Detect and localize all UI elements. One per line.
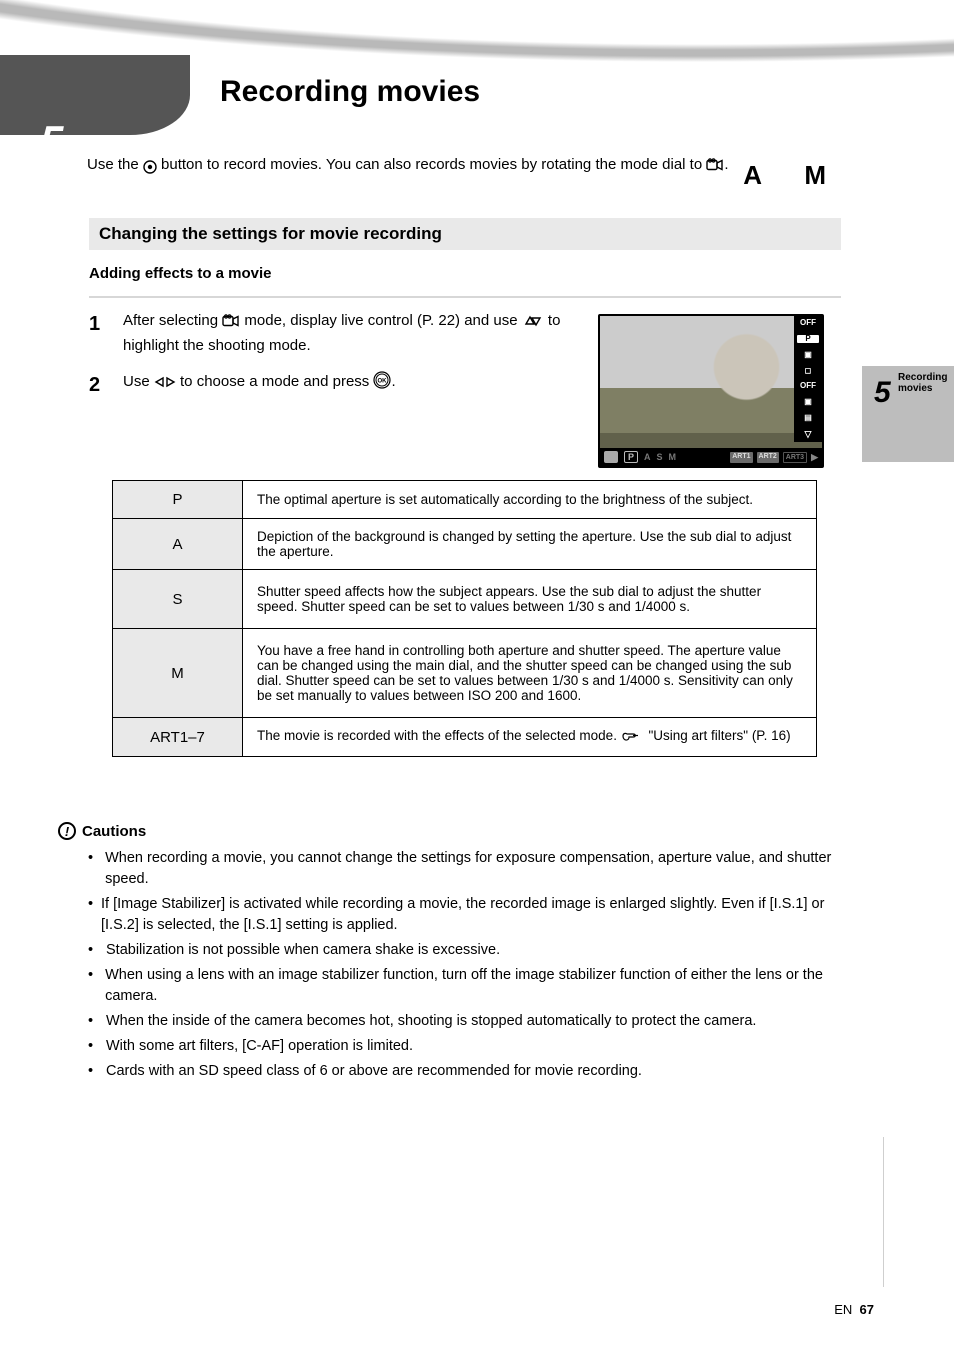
- list-item: •With some art filters, [C-AF] operation…: [88, 1036, 840, 1057]
- mode-letters: A M: [743, 160, 844, 191]
- chapter-number: 5: [40, 117, 63, 165]
- list-item: •When using a lens with an image stabili…: [88, 965, 840, 1007]
- mode-desc: Depiction of the background is changed b…: [243, 519, 817, 570]
- page-footer: EN 67: [0, 1302, 954, 1317]
- cautions-heading: ! Cautions: [58, 822, 146, 840]
- section-subheading: Changing the settings for movie recordin…: [89, 218, 841, 250]
- preview-photo: [600, 316, 822, 466]
- table-row: S Shutter speed affects how the subject …: [113, 570, 817, 629]
- caution-list: •When recording a movie, you cannot chan…: [88, 848, 840, 1086]
- chapter-title: Recording movies: [220, 75, 480, 109]
- up-down-arrows-icon: [522, 313, 544, 335]
- movie-mode-icon: [222, 313, 240, 335]
- list-item: •Stabilization is not possible when came…: [88, 940, 840, 961]
- mode-label: A: [113, 519, 243, 570]
- mode-label: S: [113, 570, 243, 629]
- side-tab-number: 5: [874, 376, 891, 410]
- table-row: P The optimal aperture is set automatica…: [113, 481, 817, 519]
- mode-desc: Shutter speed affects how the subject ap…: [243, 570, 817, 629]
- table-row: A Depiction of the background is changed…: [113, 519, 817, 570]
- ok-button-icon: OK: [373, 371, 391, 396]
- lcd-preview: OFF P ▣ ◻ OFF ▣ ▤ ▽ P A S M ART1 ART2 AR…: [598, 314, 824, 468]
- movie-mode-icon: [706, 158, 724, 178]
- chapter-tab: 5: [0, 55, 190, 135]
- sub-paragraph-title: Adding effects to a movie: [89, 264, 841, 284]
- list-item: •When the inside of the camera becomes h…: [88, 1011, 840, 1032]
- footer-rule: [883, 1137, 884, 1287]
- list-item: •When recording a movie, you cannot chan…: [88, 848, 840, 890]
- side-tab-text: Recording movies: [898, 372, 950, 394]
- mode-label: ART1–7: [113, 718, 243, 757]
- mode-desc: The optimal aperture is set automaticall…: [243, 481, 817, 519]
- step-1: 1 After selecting mode, display live con…: [89, 310, 569, 357]
- pointing-hand-icon: [621, 729, 641, 746]
- preview-right-menu: OFF P ▣ ◻ OFF ▣ ▤ ▽: [794, 316, 822, 442]
- record-icon: [143, 158, 157, 178]
- shooting-modes-table: P The optimal aperture is set automatica…: [112, 480, 817, 757]
- step-list: 1 After selecting mode, display live con…: [89, 310, 569, 414]
- camera-icon: [604, 451, 618, 463]
- step-2: 2 Use to choose a mode and press OK.: [89, 371, 569, 400]
- mode-desc: You have a free hand in controlling both…: [243, 629, 817, 718]
- mode-label: M: [113, 629, 243, 718]
- caution-icon: !: [58, 822, 76, 840]
- left-right-arrows-icon: [154, 374, 176, 396]
- divider: [89, 296, 841, 298]
- side-tab: 5 Recording movies: [862, 366, 954, 462]
- lead-text: Use the button to record movies. You can…: [87, 155, 842, 178]
- svg-text:OK: OK: [378, 378, 388, 384]
- footer-text: EN 67: [834, 1302, 874, 1317]
- mode-desc: The movie is recorded with the effects o…: [243, 718, 817, 757]
- table-row: M You have a free hand in controlling bo…: [113, 629, 817, 718]
- list-item: •Cards with an SD speed class of 6 or ab…: [88, 1061, 840, 1082]
- table-row: ART1–7 The movie is recorded with the ef…: [113, 718, 817, 757]
- preview-bottom-bar: P A S M ART1 ART2 ART3 ▶: [600, 448, 822, 466]
- mode-label: P: [113, 481, 243, 519]
- list-item: •If [Image Stabilizer] is activated whil…: [88, 894, 840, 936]
